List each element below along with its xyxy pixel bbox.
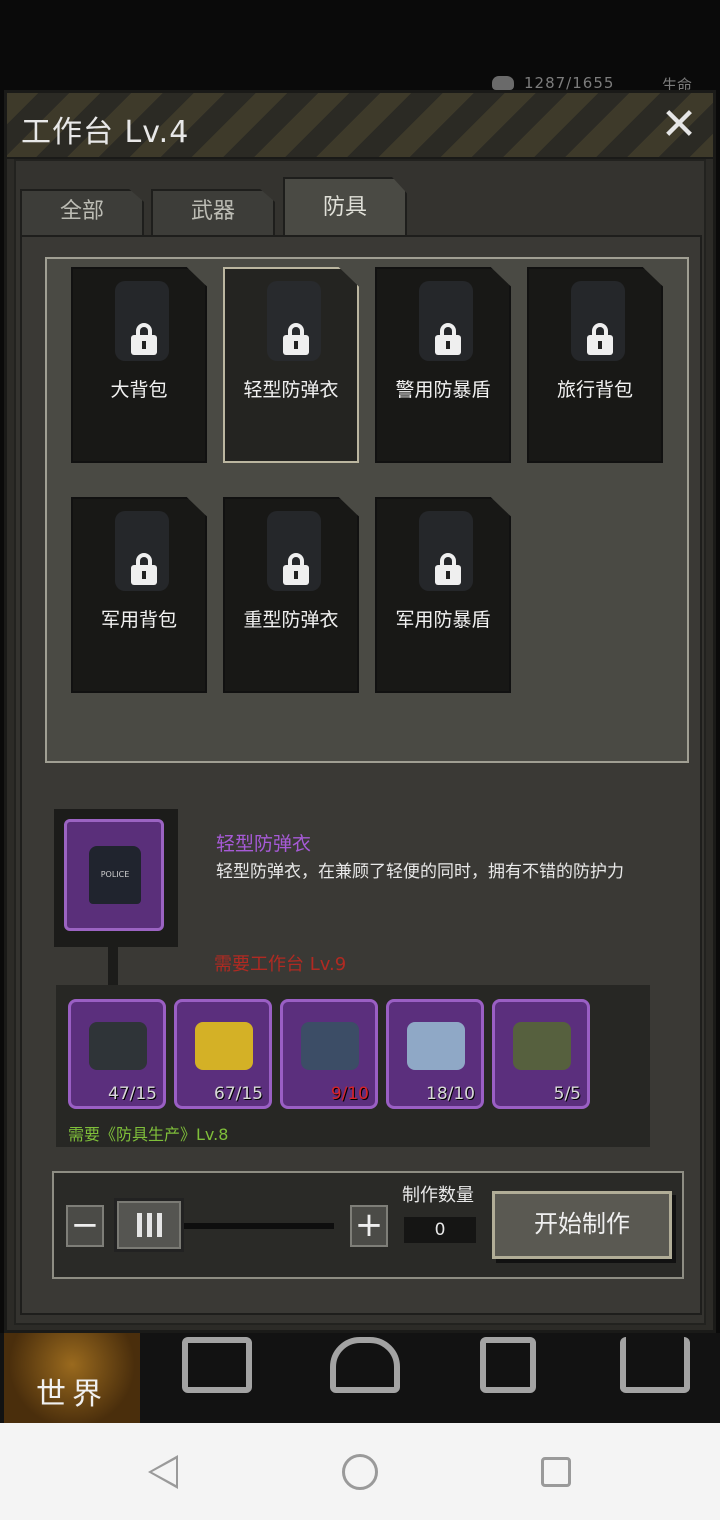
recipe-item[interactable]: 旅行背包 <box>527 267 663 463</box>
system-navigation-bar <box>0 1423 720 1520</box>
selected-item-frame: POLICE <box>54 809 178 947</box>
recipe-grid: 大背包 轻型防弹衣 警用防暴盾 旅行背包 军用背包 重型防弹衣 军用防暴盾 <box>45 257 689 763</box>
bottom-nav: 世界 <box>0 1333 720 1423</box>
lock-icon <box>587 323 613 355</box>
material-count: 9/10 <box>330 1084 369 1104</box>
lock-icon <box>283 553 309 585</box>
recipe-item[interactable]: 大背包 <box>71 267 207 463</box>
lock-icon <box>131 323 157 355</box>
game-screen: 1287/1655 生命 工作台 Lv.4 ✕ 全部 武器 防具 大背包 轻型防… <box>0 0 720 1520</box>
workbench-panel: 工作台 Lv.4 ✕ 全部 武器 防具 大背包 轻型防弹衣 警用防暴盾 旅行背包… <box>4 90 716 1333</box>
material-count: 67/15 <box>214 1084 263 1104</box>
material-slot[interactable]: 67/15 <box>174 999 272 1109</box>
decrease-button[interactable]: − <box>66 1205 104 1247</box>
title-bar: 工作台 Lv.4 ✕ <box>7 93 713 159</box>
material-count: 5/5 <box>553 1084 581 1104</box>
panel-title: 工作台 Lv.4 <box>21 115 190 150</box>
craft-controls: − + 制作数量 0 开始制作 <box>52 1171 684 1279</box>
quantity-slider-thumb[interactable] <box>114 1198 184 1252</box>
materials-panel: 47/15 67/15 9/10 18/10 5/5 需要《防具生产》Lv.8 <box>56 985 650 1147</box>
material-icon <box>513 1022 571 1070</box>
quantity-label: 制作数量 <box>402 1185 474 1206</box>
material-count: 47/15 <box>108 1084 157 1104</box>
lock-icon <box>131 553 157 585</box>
lock-icon <box>283 323 309 355</box>
item-description: 轻型防弹衣，在兼顾了轻便的同时，拥有不错的防护力 <box>216 862 624 882</box>
recipe-label: 旅行背包 <box>556 379 633 401</box>
tab-all[interactable]: 全部 <box>20 189 144 235</box>
material-slot[interactable]: 47/15 <box>68 999 166 1109</box>
nav-world-label: 世界 <box>36 1377 108 1412</box>
material-icon <box>89 1022 147 1070</box>
calculator-icon[interactable] <box>480 1337 536 1393</box>
material-count: 18/10 <box>426 1084 475 1104</box>
recipe-label: 军用防暴盾 <box>395 609 491 631</box>
quantity-value: 0 <box>404 1217 476 1243</box>
material-icon <box>301 1022 359 1070</box>
quantity-slider-track[interactable] <box>178 1223 334 1229</box>
tab-armor[interactable]: 防具 <box>283 177 407 235</box>
recipe-item[interactable]: 军用防暴盾 <box>375 497 511 693</box>
material-slot[interactable]: 9/10 <box>280 999 378 1109</box>
material-slot[interactable]: 18/10 <box>386 999 484 1109</box>
recent-apps-icon[interactable] <box>541 1457 571 1487</box>
recipe-item[interactable]: 重型防弹衣 <box>223 497 359 693</box>
material-icon <box>195 1022 253 1070</box>
recipe-label: 重型防弹衣 <box>243 609 339 631</box>
grip-icon <box>137 1213 163 1237</box>
close-icon[interactable]: ✕ <box>659 103 699 147</box>
heart-icon <box>492 76 514 90</box>
selected-item-icon: POLICE <box>64 819 164 931</box>
material-slot[interactable]: 5/5 <box>492 999 590 1109</box>
start-craft-button[interactable]: 开始制作 <box>492 1191 672 1259</box>
recipe-item[interactable]: 军用背包 <box>71 497 207 693</box>
tab-weapons[interactable]: 武器 <box>151 189 275 235</box>
skill-requirement: 需要《防具生产》Lv.8 <box>68 1125 229 1144</box>
home-icon[interactable] <box>342 1454 378 1490</box>
recipe-label: 大背包 <box>110 379 168 401</box>
connector-line <box>108 947 118 987</box>
shopping-cart-icon[interactable] <box>620 1337 690 1393</box>
recipe-label: 军用背包 <box>100 609 177 631</box>
vest-icon: POLICE <box>89 846 141 904</box>
tab-content: 大背包 轻型防弹衣 警用防暴盾 旅行背包 军用背包 重型防弹衣 军用防暴盾 PO… <box>20 235 702 1315</box>
backpack-nav-icon[interactable] <box>182 1337 252 1393</box>
recipe-label: 轻型防弹衣 <box>243 379 339 401</box>
recipe-item[interactable]: 警用防暴盾 <box>375 267 511 463</box>
recipe-label: 警用防暴盾 <box>395 379 491 401</box>
panel-body: 全部 武器 防具 大背包 轻型防弹衣 警用防暴盾 旅行背包 军用背包 重型防弹衣… <box>14 159 706 1325</box>
lock-icon <box>435 553 461 585</box>
lock-icon <box>435 323 461 355</box>
item-name: 轻型防弹衣 <box>216 833 312 855</box>
recipe-item-selected[interactable]: 轻型防弹衣 <box>223 267 359 463</box>
skills-head-icon[interactable] <box>330 1337 400 1393</box>
back-icon[interactable] <box>148 1455 178 1489</box>
workbench-requirement: 需要工作台 Lv.9 <box>214 954 347 975</box>
vest-label: POLICE <box>100 870 130 879</box>
increase-button[interactable]: + <box>350 1205 388 1247</box>
nav-world[interactable]: 世界 <box>4 1333 140 1423</box>
material-icon <box>407 1022 465 1070</box>
